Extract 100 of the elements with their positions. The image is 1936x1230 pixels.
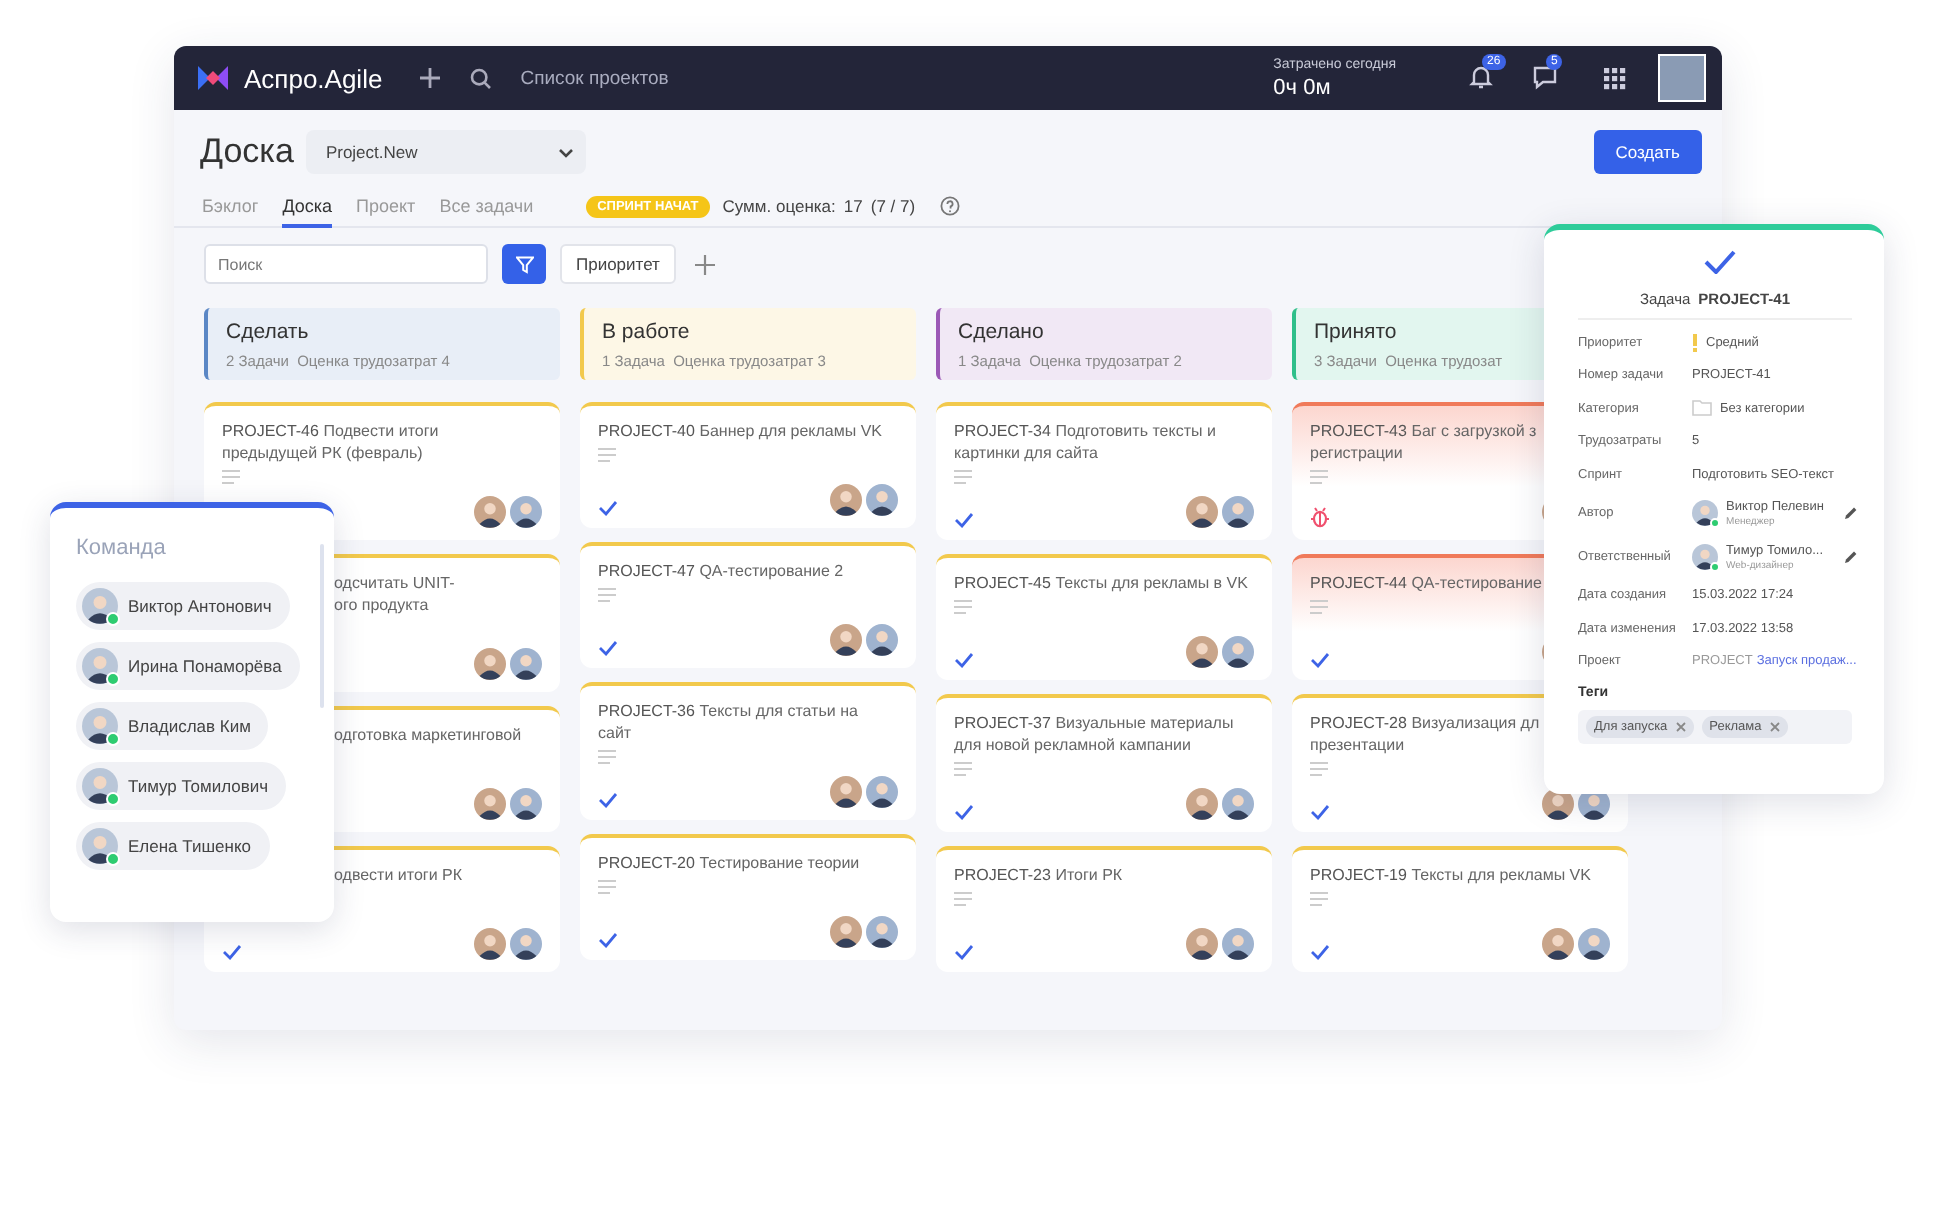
check-icon — [954, 804, 974, 820]
task-card[interactable]: PROJECT-23 Итоги РК — [936, 846, 1272, 972]
task-card[interactable]: PROJECT-47 QA-тестирование 2 — [580, 542, 916, 668]
avatar — [866, 484, 898, 516]
avatar — [82, 768, 118, 804]
remove-icon[interactable] — [1675, 722, 1686, 732]
logo-icon — [198, 64, 228, 92]
description-icon — [598, 448, 616, 462]
search-field[interactable]: Поиск — [204, 244, 488, 284]
online-status-icon — [1710, 562, 1720, 572]
task-card[interactable]: PROJECT-40 Баннер для рекламы VK — [580, 402, 916, 528]
description-icon — [954, 470, 972, 484]
team-member[interactable]: Ирина Понаморёва — [76, 642, 300, 690]
avatar — [1578, 928, 1610, 960]
description-icon — [1310, 762, 1328, 776]
check-icon — [1310, 652, 1330, 668]
task-card[interactable]: PROJECT-19 Тексты для рекламы VK — [1292, 846, 1628, 972]
avatar — [1222, 788, 1254, 820]
task-card[interactable]: PROJECT-36 Тексты для статьи на сайт — [580, 682, 916, 820]
chat-icon[interactable] — [1532, 64, 1558, 90]
task-title: PROJECT-40 Баннер для рекламы VK — [598, 420, 882, 442]
avatar — [1186, 636, 1218, 668]
description-icon — [598, 750, 616, 764]
avatar — [830, 484, 862, 516]
team-member[interactable]: Владислав Ким — [76, 702, 269, 750]
page-title: Доска — [200, 132, 294, 172]
profile-photo-placeholder[interactable] — [1658, 54, 1706, 102]
folder-icon — [1692, 400, 1712, 417]
avatar — [866, 624, 898, 656]
create-button[interactable]: Создать — [1593, 130, 1702, 174]
team-member[interactable]: Виктор Антонович — [76, 582, 290, 630]
task-title: PROJECT-28 Визуализация дл презентации — [1310, 712, 1540, 756]
exclamation-icon — [1692, 333, 1698, 352]
avatar — [830, 916, 862, 948]
task-title: PROJECT-19 Тексты для рекламы VK — [1310, 864, 1591, 886]
task-card[interactable]: PROJECT-20 Тестирование теории — [580, 834, 916, 960]
task-title: одготовка маркетинговой — [334, 724, 522, 746]
avatar — [474, 788, 506, 820]
filter-icon — [515, 255, 533, 273]
avatar — [510, 928, 542, 960]
apps-grid-icon[interactable] — [1604, 67, 1626, 89]
online-status-icon — [1710, 518, 1720, 528]
task-title: одвести итоги РК — [334, 864, 463, 886]
avatar — [830, 776, 862, 808]
description-icon — [954, 892, 972, 906]
sum-value: 17 — [843, 196, 863, 216]
scrollbar[interactable] — [320, 544, 324, 708]
check-icon — [222, 944, 242, 960]
avatar — [1186, 788, 1218, 820]
avatar — [1692, 500, 1718, 526]
project-select[interactable]: Project.New — [305, 130, 586, 174]
description-icon — [1310, 600, 1328, 614]
pencil-icon[interactable] — [1843, 550, 1858, 564]
app-name: Аспро.Agile — [244, 63, 383, 93]
description-icon — [598, 588, 616, 602]
task-title: PROJECT-23 Итоги РК — [954, 864, 1123, 886]
avatar — [510, 648, 542, 680]
priority-button[interactable]: Приоритет — [560, 244, 676, 284]
avatar — [1542, 928, 1574, 960]
check-icon — [598, 932, 618, 948]
avatar — [474, 496, 506, 528]
bug-icon — [1310, 506, 1330, 528]
avatar — [1222, 928, 1254, 960]
check-icon — [954, 652, 974, 668]
avatar — [830, 624, 862, 656]
panel-title: Команда — [76, 536, 168, 560]
task-title: PROJECT-44 QA-тестирование — [1310, 572, 1542, 594]
bell-icon[interactable] — [1468, 64, 1494, 90]
search-icon[interactable] — [470, 67, 493, 89]
task-card[interactable]: PROJECT-45 Тексты для рекламы в VK — [936, 554, 1272, 680]
task-title: одсчитать UNIT- ого продукта — [334, 572, 455, 616]
team-member[interactable]: Тимур Томилович — [76, 762, 287, 810]
projects-link[interactable]: Список проектов — [520, 67, 669, 89]
avatar — [1186, 496, 1218, 528]
avatar — [1186, 928, 1218, 960]
task-title: PROJECT-46 Подвести итоги предыдущей РК (февраль) — [222, 420, 439, 464]
sum-detail: (7 / 7) — [870, 196, 916, 216]
task-card[interactable]: PROJECT-46 Подвести итоги предыдущей РК (февраль) — [204, 402, 560, 540]
check-icon — [954, 512, 974, 528]
task-title: PROJECT-37 Визуальные материалы для новой рекламной кампании — [954, 712, 1234, 756]
avatar — [510, 496, 542, 528]
time-value: 0ч 0м — [1273, 75, 1333, 99]
check-icon — [954, 944, 974, 960]
filter-button[interactable] — [502, 244, 546, 284]
avatar — [474, 648, 506, 680]
task-card[interactable]: PROJECT-34 Подготовить тексты и картинки для сайта — [936, 402, 1272, 540]
pencil-icon[interactable] — [1843, 506, 1858, 520]
sum-label: Сумм. оценка: — [722, 196, 836, 216]
task-title: PROJECT-36 Тексты для статьи на сайт — [598, 700, 858, 744]
help-icon[interactable] — [939, 196, 960, 216]
tab[interactable]: Доска — [282, 186, 333, 228]
remove-icon[interactable] — [1769, 722, 1780, 732]
description-icon — [222, 470, 240, 484]
avatar — [82, 708, 118, 744]
task-card[interactable]: PROJECT-37 Визуальные материалы для новой рекламной кампании — [936, 694, 1272, 832]
plus-icon[interactable] — [693, 253, 716, 275]
team-member[interactable]: Елена Тишенко — [76, 822, 269, 870]
plus-icon[interactable] — [418, 66, 443, 90]
description-icon — [1310, 892, 1328, 906]
task-title: PROJECT-34 Подготовить тексты и картинки для сайта — [954, 420, 1216, 464]
